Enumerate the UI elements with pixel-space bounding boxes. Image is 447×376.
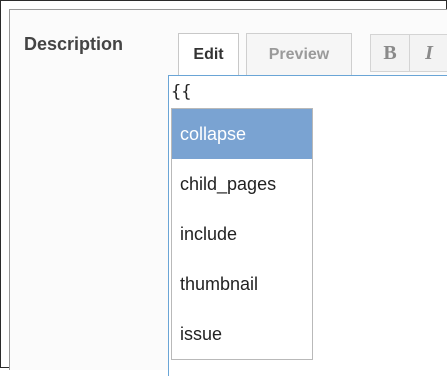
- bold-button[interactable]: B: [370, 34, 410, 72]
- italic-button[interactable]: I: [409, 34, 447, 72]
- autocomplete-item[interactable]: thumbnail: [172, 259, 312, 309]
- macro-autocomplete-dropdown: collapse child_pages include thumbnail i…: [171, 108, 313, 360]
- autocomplete-item[interactable]: collapse: [172, 109, 312, 159]
- description-label: Description: [24, 34, 124, 54]
- tab-preview[interactable]: Preview: [246, 33, 352, 75]
- tab-edit[interactable]: Edit: [178, 33, 239, 75]
- editor-text: {{: [171, 82, 192, 102]
- autocomplete-item[interactable]: issue: [172, 309, 312, 359]
- autocomplete-item[interactable]: include: [172, 209, 312, 259]
- autocomplete-item[interactable]: child_pages: [172, 159, 312, 209]
